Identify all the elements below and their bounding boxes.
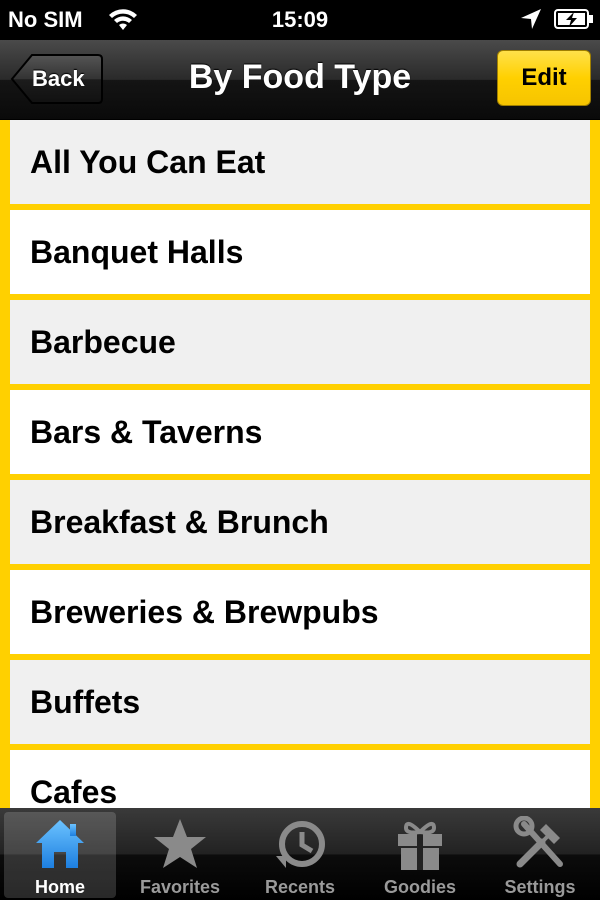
location-arrow-icon [521, 9, 541, 29]
tab-recents[interactable]: Recents [244, 812, 356, 898]
list-item[interactable]: All You Can Eat [10, 120, 590, 204]
gift-icon [398, 821, 442, 870]
tab-settings[interactable]: Settings [484, 812, 596, 898]
battery-charging-icon [554, 9, 593, 29]
back-button[interactable]: Back [10, 53, 104, 105]
navigation-bar: Back By Food Type Edit [0, 40, 600, 120]
tab-home[interactable]: Home [4, 812, 116, 898]
list-item[interactable]: Bars & Taverns [10, 390, 590, 474]
home-icon [36, 820, 84, 868]
list-item[interactable]: Banquet Halls [10, 210, 590, 294]
tab-label: Recents [264, 877, 336, 897]
list-item[interactable]: Cafes [10, 750, 590, 808]
list-item[interactable]: Breweries & Brewpubs [10, 570, 590, 654]
tab-label: Goodies [383, 877, 456, 897]
tab-label: Home [34, 877, 85, 897]
tab-label: Settings [504, 877, 576, 897]
tab-bar: Home Favorites Recents Goodies Settings [0, 808, 600, 900]
food-type-list: All You Can Eat Banquet Halls Barbecue B… [0, 120, 600, 808]
tab-label: Favorites [139, 877, 221, 897]
edit-button[interactable]: Edit [497, 50, 591, 106]
tab-goodies[interactable]: Goodies [364, 812, 476, 898]
status-bar: No SIM 15:09 [0, 0, 600, 40]
list-item[interactable]: Buffets [10, 660, 590, 744]
tab-favorites[interactable]: Favorites [124, 812, 236, 898]
back-button-label: Back [32, 66, 85, 91]
star-icon [154, 819, 206, 868]
page-title: By Food Type [188, 58, 412, 96]
tools-icon [513, 816, 563, 868]
list-item[interactable]: Breakfast & Brunch [10, 480, 590, 564]
list-item[interactable]: Barbecue [10, 300, 590, 384]
clock-icon [276, 821, 325, 868]
clock-time: 15:09 [271, 7, 329, 32]
